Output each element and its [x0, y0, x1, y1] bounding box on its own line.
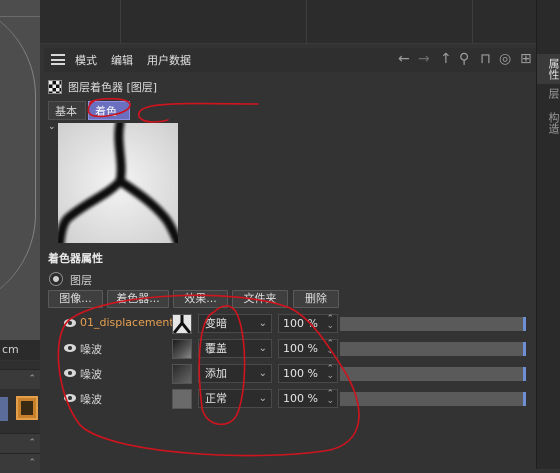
film-icon[interactable] [16, 396, 38, 420]
stepper-icon[interactable]: ⌃ ⌄ [326, 315, 334, 331]
side-tab-structure[interactable]: 构造 [537, 112, 560, 134]
menu-edit[interactable]: 编辑 [111, 52, 133, 68]
blend-mode-select[interactable]: 添加 ⌄ [198, 364, 272, 383]
layer-name[interactable]: 噪波 [80, 366, 102, 382]
blend-mode-value: 覆盖 [205, 342, 227, 355]
stepper-icon[interactable]: ⌃ ⌄ [326, 365, 334, 381]
panel-divider [472, 0, 473, 44]
radio-label: 图层 [70, 274, 92, 287]
image-button[interactable]: 图像... [48, 290, 103, 308]
layer-row[interactable]: 噪波 覆盖 ⌄ 100 % ⌃ ⌄ [60, 338, 526, 360]
layer-shader-icon [48, 80, 62, 94]
opacity-slider[interactable] [340, 367, 526, 381]
layer-row[interactable]: 噪波 正常 ⌄ 100 % ⌃ ⌄ [60, 388, 526, 410]
add-icon[interactable]: ⊞ [520, 52, 532, 66]
opacity-field[interactable]: 100 % ⌃ ⌄ [278, 364, 338, 383]
opacity-slider[interactable] [340, 342, 526, 356]
layer-thumbnail [172, 339, 192, 359]
left-field[interactable]: ⌃ [0, 369, 40, 389]
chevron-down-icon: ⌄ [258, 343, 267, 354]
side-tab-strip: 属性 层 构造 [536, 0, 560, 469]
tab-shader[interactable]: 着色器 [88, 101, 130, 137]
eye-icon[interactable] [64, 342, 78, 354]
tab-basic[interactable]: 基本 [48, 101, 86, 120]
panel-divider [306, 0, 307, 44]
menu-mode[interactable]: 模式 [75, 52, 97, 68]
viewport-strip[interactable] [0, 0, 40, 360]
eye-icon[interactable] [64, 317, 78, 329]
opacity-field[interactable]: 100 % ⌃ ⌄ [278, 389, 338, 408]
left-swatch [0, 397, 8, 421]
layer-row[interactable]: 噪波 添加 ⌄ 100 % ⌃ ⌄ [60, 363, 526, 385]
viewport-edge-line [0, 16, 40, 17]
hamburger-menu-icon[interactable] [51, 54, 65, 65]
shader-header: 图层着色器 [图层] [48, 78, 348, 96]
shader-button[interactable]: 着色器... [107, 290, 169, 308]
shader-preview [58, 123, 178, 243]
opacity-slider[interactable] [340, 317, 526, 331]
opacity-field[interactable]: 100 % ⌃ ⌄ [278, 314, 338, 333]
viewport-curve [0, 0, 36, 310]
target-icon[interactable]: ◎ [499, 52, 511, 66]
left-field[interactable]: ⌃ [0, 433, 40, 453]
opacity-value: 100 % [283, 367, 318, 380]
chevron-down-icon: ⌄ [258, 368, 267, 379]
attribute-menubar: 模式 编辑 用户数据 ← → ↑ ⚲ ⊓ ◎ ⊞ [44, 48, 536, 72]
blend-mode-value: 正常 [205, 392, 227, 405]
unit-label: cm [0, 340, 40, 360]
effect-button[interactable]: 效果... [173, 290, 228, 308]
eye-icon[interactable] [64, 392, 78, 404]
annotation-arrow [137, 102, 259, 123]
chevron-down-icon: ⌄ [258, 393, 267, 404]
shader-title: 图层着色器 [图层] [68, 81, 158, 94]
layer-radio[interactable] [49, 272, 63, 286]
arrow-right-icon[interactable]: → [418, 52, 430, 66]
section-title: 着色器属性 [48, 252, 103, 265]
blend-mode-select[interactable]: 覆盖 ⌄ [198, 339, 272, 358]
blend-mode-value: 添加 [205, 367, 227, 380]
panel-divider [120, 0, 121, 44]
eye-icon[interactable] [64, 367, 78, 379]
arrow-left-icon[interactable]: ← [398, 52, 410, 66]
layer-row[interactable]: 01_displacement 变暗 ⌄ 100 % ⌃ ⌄ [60, 313, 526, 335]
layer-name[interactable]: 噪波 [80, 391, 102, 407]
chevron-down-icon[interactable]: ⌄ [48, 122, 56, 132]
stepper-icon[interactable]: ⌃ [28, 374, 36, 384]
side-tab-layers[interactable]: 层 [537, 88, 560, 99]
left-field[interactable]: ⌃ [0, 453, 40, 473]
chevron-down-icon: ⌄ [258, 318, 267, 329]
opacity-value: 100 % [283, 392, 318, 405]
blend-mode-select[interactable]: 正常 ⌄ [198, 389, 272, 408]
stepper-icon[interactable]: ⌃ ⌄ [326, 390, 334, 406]
opacity-slider[interactable] [340, 392, 526, 406]
layer-name[interactable]: 01_displacement [80, 316, 174, 329]
stepper-icon[interactable]: ⌃ [28, 458, 36, 468]
opacity-field[interactable]: 100 % ⌃ ⌄ [278, 339, 338, 358]
menu-user-data[interactable]: 用户数据 [147, 52, 191, 68]
side-tab-attributes[interactable]: 属性 [537, 54, 560, 84]
stepper-icon[interactable]: ⌃ ⌄ [326, 340, 334, 356]
opacity-value: 100 % [283, 317, 318, 330]
layer-name[interactable]: 噪波 [80, 341, 102, 357]
top-view-panel [40, 0, 536, 44]
folder-button[interactable]: 文件夹 [232, 290, 288, 308]
stepper-icon[interactable]: ⌃ [28, 438, 36, 448]
search-icon[interactable]: ⚲ [459, 52, 469, 66]
delete-button[interactable]: 删除 [293, 290, 339, 308]
layer-thumbnail [172, 389, 192, 409]
lock-icon[interactable]: ⊓ [480, 52, 491, 66]
arrow-up-icon[interactable]: ↑ [440, 52, 452, 66]
layer-thumbnail [172, 364, 192, 384]
layer-thumbnail [172, 314, 192, 334]
blend-mode-value: 变暗 [205, 317, 227, 330]
opacity-value: 100 % [283, 342, 318, 355]
blend-mode-select[interactable]: 变暗 ⌄ [198, 314, 272, 333]
